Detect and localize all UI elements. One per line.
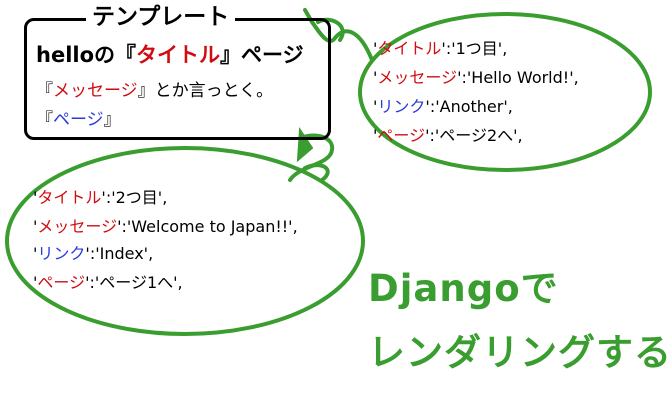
template-line-title: helloの『タイトル』ページ bbox=[36, 39, 304, 69]
context1-row-link: 'リンク':'Another', bbox=[373, 97, 513, 116]
context1-key-link: リンク bbox=[377, 97, 426, 116]
template-line-page: 『ページ』 bbox=[36, 105, 121, 130]
template-line-message-open: 『 bbox=[36, 81, 53, 101]
context1-key-title: タイトル bbox=[377, 39, 442, 58]
template-line-page-open: 『 bbox=[36, 110, 53, 130]
context2-key-link: リンク bbox=[37, 244, 86, 263]
template-line-title-prefix: helloの『 bbox=[36, 43, 137, 67]
context2-row-link: 'リンク':'Index', bbox=[33, 244, 154, 263]
template-var-page: ページ bbox=[53, 110, 104, 130]
context2-key-message: メッセージ bbox=[37, 217, 118, 236]
caption-line1: Djangoで bbox=[368, 267, 559, 310]
context2-value-page: 'ページ1へ', bbox=[94, 273, 183, 292]
template-line-message: 『メッセージ』とか言っとく。 bbox=[36, 76, 273, 101]
context-ellipse-1 bbox=[358, 12, 652, 172]
context1-value-message: 'Hello World!', bbox=[466, 68, 579, 87]
context1-row-page: 'ページ':'ページ2へ', bbox=[373, 126, 523, 145]
context1-row-message: 'メッセージ':'Hello World!', bbox=[373, 68, 579, 87]
context2-value-message: 'Welcome to Japan!!', bbox=[126, 217, 298, 236]
template-title: テンプレート bbox=[86, 3, 236, 31]
context1-value-link: 'Another', bbox=[435, 97, 513, 116]
context2-value-title: '2つ目', bbox=[111, 188, 168, 207]
template-line-page-close: 』 bbox=[103, 110, 121, 130]
template-var-title: タイトル bbox=[136, 43, 221, 67]
caption-line2: レンダリングする! bbox=[368, 331, 670, 374]
context2-key-title: タイトル bbox=[37, 188, 102, 207]
context2-value-link: 'Index', bbox=[95, 244, 154, 263]
context2-row-page: 'ページ':'ページ1へ', bbox=[33, 273, 183, 292]
context1-value-title: '1つ目', bbox=[451, 39, 508, 58]
context2-key-page: ページ bbox=[37, 273, 86, 292]
template-line-message-rest: 』とか言っとく。 bbox=[137, 81, 274, 101]
context2-row-message: 'メッセージ':'Welcome to Japan!!', bbox=[33, 217, 298, 236]
template-line-title-suffix: 』ページ bbox=[220, 43, 304, 67]
context1-key-message: メッセージ bbox=[377, 68, 458, 87]
context1-row-title: 'タイトル':'1つ目', bbox=[373, 39, 508, 58]
context2-row-title: 'タイトル':'2つ目', bbox=[33, 188, 168, 207]
template-var-message: メッセージ bbox=[53, 81, 138, 101]
context-ellipse-2 bbox=[5, 146, 365, 336]
context1-value-page: 'ページ2へ', bbox=[434, 126, 523, 145]
context1-key-page: ページ bbox=[377, 126, 426, 145]
